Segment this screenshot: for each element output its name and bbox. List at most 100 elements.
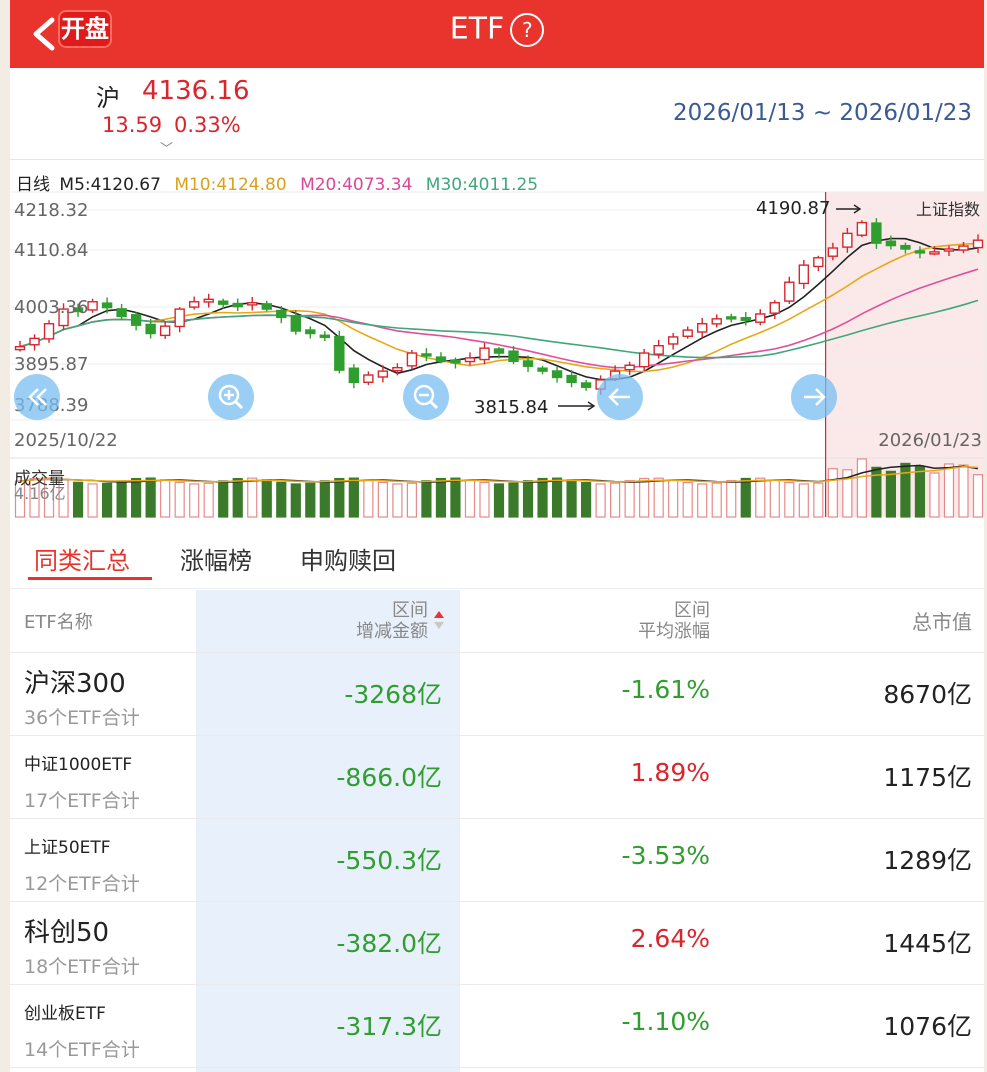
candle-body bbox=[493, 348, 505, 354]
amount-change: -317.3亿 bbox=[336, 1012, 442, 1041]
zoom-in-button[interactable] bbox=[208, 374, 254, 420]
amount-change: -866.0亿 bbox=[336, 763, 442, 792]
volume-bar bbox=[537, 477, 548, 518]
avg-change: 1.89% bbox=[630, 758, 710, 787]
etf-count: 12个ETF合计 bbox=[24, 873, 140, 895]
table-row[interactable]: 上证50ETF 12个ETF合计 -550.3亿 -3.53% 1289亿 bbox=[10, 819, 984, 902]
candle-body bbox=[464, 357, 476, 363]
volume-bar bbox=[189, 483, 200, 518]
move-right-button[interactable] bbox=[791, 374, 837, 420]
etf-name: 创业板ETF bbox=[24, 1004, 106, 1024]
table-row[interactable]: 中证1000ETF 17个ETF合计 -866.0亿 1.89% 1175亿 bbox=[10, 736, 984, 819]
candle-body bbox=[43, 323, 55, 340]
table-row[interactable]: 创业板ETF 14个ETF合计 -317.3亿 -1.10% 1076亿 bbox=[10, 985, 984, 1068]
avg-change: 2.64% bbox=[630, 924, 710, 953]
volume-bar bbox=[363, 479, 374, 518]
candle-body bbox=[638, 352, 650, 368]
etf-count: 36个ETF合计 bbox=[24, 707, 140, 729]
volume-bar bbox=[972, 474, 984, 518]
volume-bar bbox=[813, 482, 824, 518]
volume-bar bbox=[116, 480, 127, 518]
market-cap: 1076亿 bbox=[883, 1012, 972, 1041]
tab-subscription-redemption[interactable]: 申购赎回 bbox=[300, 541, 396, 576]
candle-body bbox=[740, 317, 751, 322]
zoom-in-icon bbox=[218, 384, 244, 410]
low-marker-label: 3815.84 bbox=[474, 397, 549, 418]
start-date-label: 2025/10/22 bbox=[14, 430, 118, 451]
candle-body bbox=[421, 353, 432, 357]
volume-bar bbox=[610, 482, 621, 518]
candle-body bbox=[842, 232, 853, 248]
move-left-button[interactable] bbox=[597, 374, 643, 420]
volume-bar bbox=[131, 478, 142, 518]
tab-category-summary[interactable]: 同类汇总 bbox=[34, 541, 130, 576]
candle-body bbox=[334, 335, 345, 371]
volume-bar bbox=[755, 477, 766, 518]
arrow-left-icon bbox=[608, 388, 630, 406]
candle-body bbox=[697, 323, 708, 333]
table-row[interactable]: 沪深300 36个ETF合计 -3268亿 -1.61% 8670亿 bbox=[10, 653, 984, 736]
candlestick-chart[interactable] bbox=[10, 0, 984, 530]
volume-bar bbox=[435, 477, 447, 518]
volume-bar bbox=[450, 477, 461, 518]
candle-body bbox=[929, 251, 940, 255]
candle-body bbox=[827, 247, 839, 257]
etf-name: 中证1000ETF bbox=[24, 755, 133, 775]
volume-bar bbox=[856, 458, 867, 518]
candle-body bbox=[653, 345, 664, 355]
volume-bar bbox=[697, 483, 708, 518]
candle-body bbox=[726, 316, 737, 320]
volume-bar bbox=[914, 465, 926, 518]
etf-count: 17个ETF合计 bbox=[24, 790, 140, 812]
sort-desc-icon bbox=[434, 622, 444, 629]
volume-bar bbox=[493, 483, 505, 518]
market-cap: 1445亿 bbox=[883, 929, 972, 958]
candle-body bbox=[319, 334, 331, 338]
table-row[interactable]: 科创50 18个ETF合计 -382.0亿 2.64% 1445亿 bbox=[10, 902, 984, 985]
etf-name: 沪深300 bbox=[24, 669, 126, 699]
tab-gainers[interactable]: 涨幅榜 bbox=[180, 541, 252, 576]
amount-change: -550.3亿 bbox=[336, 846, 442, 875]
double-left-arrow-icon bbox=[28, 388, 47, 406]
header-amount[interactable]: 区间 增减金额 bbox=[356, 600, 428, 642]
scroll-left-button[interactable] bbox=[14, 374, 60, 420]
candle-body bbox=[261, 303, 272, 310]
candle-body bbox=[377, 370, 389, 378]
sort-asc-icon bbox=[434, 611, 444, 618]
header-avg-change[interactable]: 区间 平均涨幅 bbox=[638, 600, 710, 642]
market-cap: 1175亿 bbox=[883, 763, 972, 792]
volume-bar bbox=[682, 481, 693, 518]
volume-bar bbox=[508, 482, 519, 518]
candle-body bbox=[247, 302, 258, 306]
header-change-line2: 平均涨幅 bbox=[638, 621, 710, 642]
candle-body bbox=[479, 347, 490, 361]
volume-bar bbox=[885, 470, 897, 518]
candle-body bbox=[290, 315, 301, 332]
volume-bar bbox=[232, 477, 243, 518]
volume-bar bbox=[522, 480, 534, 518]
candle-body bbox=[145, 323, 156, 335]
volume-bar bbox=[319, 480, 330, 518]
volume-bar bbox=[711, 482, 722, 518]
volume-bar bbox=[900, 462, 911, 518]
zoom-out-button[interactable] bbox=[403, 374, 449, 420]
candle-body bbox=[159, 325, 171, 337]
candle-body bbox=[711, 318, 722, 325]
volume-bar bbox=[334, 477, 345, 518]
candle-body bbox=[101, 302, 113, 309]
header-change-line1: 区间 bbox=[674, 600, 710, 621]
volume-bar bbox=[101, 482, 113, 518]
candle-body bbox=[232, 302, 243, 308]
candle-body bbox=[363, 374, 374, 383]
header-amount-line1: 区间 bbox=[392, 600, 428, 621]
candle-body bbox=[174, 308, 185, 328]
candle-body bbox=[784, 281, 795, 302]
active-tab-indicator bbox=[28, 577, 152, 580]
volume-bar bbox=[203, 482, 214, 518]
etf-count: 18个ETF合计 bbox=[24, 956, 140, 978]
candle-body bbox=[14, 345, 26, 351]
candle-body bbox=[958, 245, 969, 251]
header-market-cap[interactable]: 总市值 bbox=[912, 612, 972, 633]
candle-body bbox=[348, 367, 360, 384]
candle-body bbox=[943, 248, 955, 252]
